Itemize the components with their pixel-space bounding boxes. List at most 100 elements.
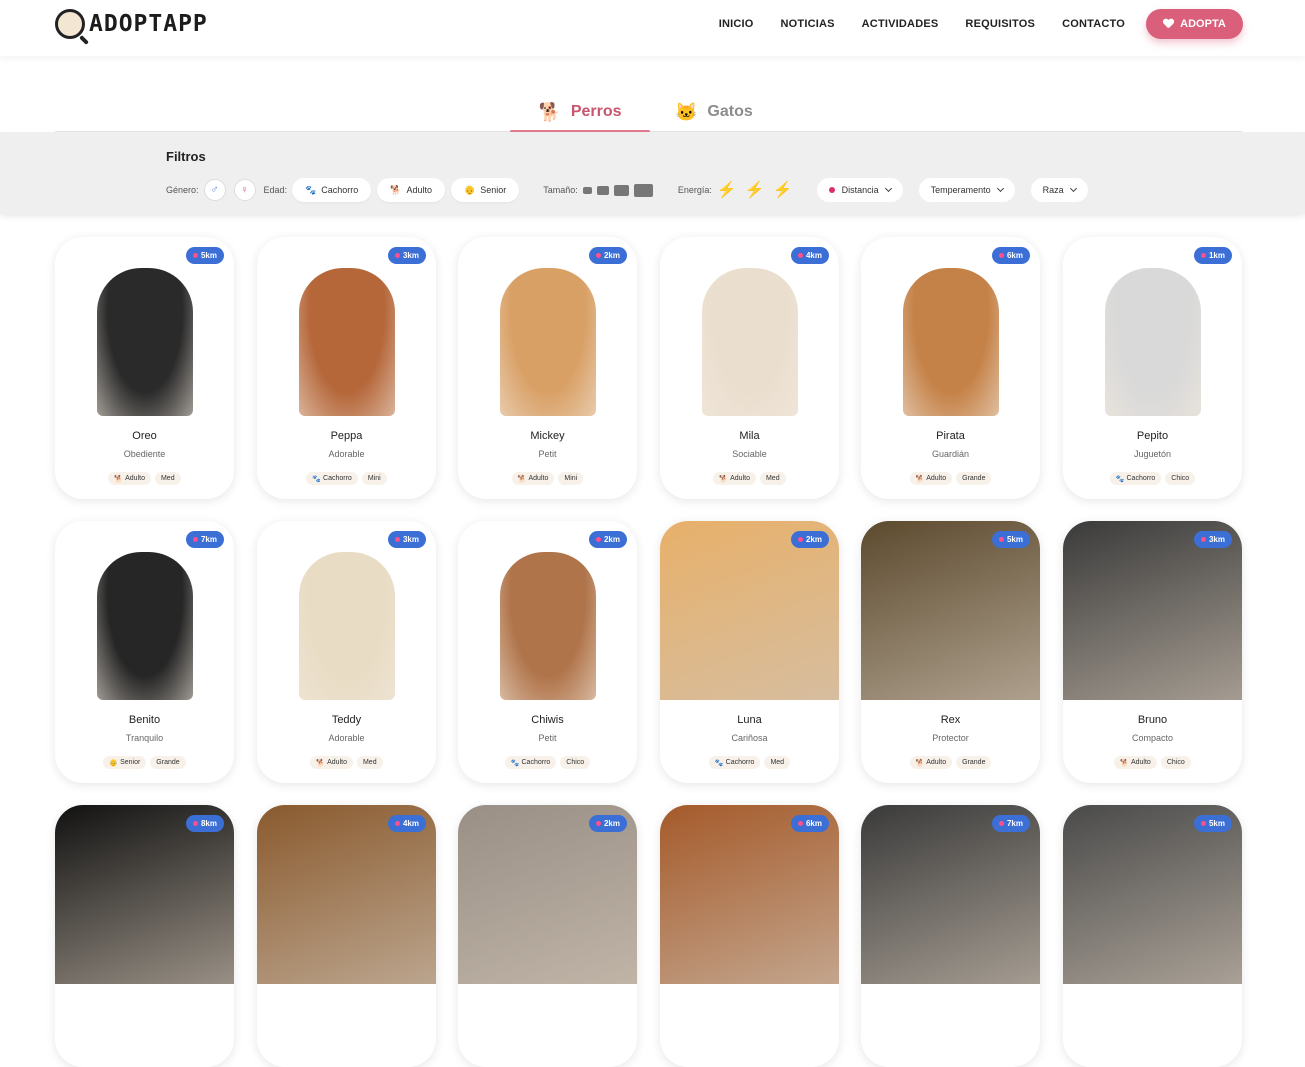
cat-icon: 🐱 — [675, 101, 698, 122]
pet-card[interactable]: 8km — [55, 805, 234, 1067]
pet-card[interactable]: 2km Luna Cariñosa 🐾 Cachorro Med — [660, 521, 839, 783]
dog-image — [902, 268, 999, 416]
main-nav: INICIO NOTICIAS ACTIVIDADES REQUISITOS C… — [719, 18, 1125, 30]
pin-icon — [394, 537, 400, 542]
adopta-button[interactable]: ADOPTA — [1146, 9, 1243, 39]
nav-requisitos[interactable]: REQUISITOS — [965, 18, 1035, 30]
pet-name: Rex — [940, 714, 961, 726]
pin-icon — [394, 821, 400, 826]
energia-label: Energía: — [677, 185, 712, 195]
age-label: Cachorro — [323, 475, 352, 482]
adulto-label: Adulto — [406, 185, 433, 195]
pet-tags: 🐕 Adulto Chico — [1063, 756, 1242, 769]
distance-label: 2km — [603, 251, 620, 260]
energy-high-icon[interactable]: ⚡ — [773, 180, 793, 200]
age-tag: 🐾 Cachorro — [708, 756, 761, 769]
pet-card[interactable]: 3km Teddy Adorable 🐕 Adulto Med — [257, 521, 436, 783]
age-tag: 🐕 Adulto — [310, 756, 353, 769]
size-s-icon[interactable] — [596, 185, 609, 195]
pin-icon — [1200, 821, 1206, 826]
size-tag: Chico — [1165, 472, 1196, 485]
energy-mid-icon[interactable]: ⚡ — [745, 180, 765, 200]
paw-icon: 🐕 — [915, 759, 925, 767]
nav-contacto[interactable]: CONTACTO — [1062, 18, 1125, 30]
pet-tags: 🐕 Adulto Grande — [861, 756, 1040, 769]
pet-card[interactable]: 1km Pepito Juguetón 🐾 Cachorro Chico — [1063, 237, 1242, 499]
adopta-label: ADOPTA — [1180, 18, 1226, 30]
pet-card[interactable]: 5km Oreo Obediente 🐕 Adulto Med — [55, 237, 234, 499]
pet-trait: Obediente — [123, 449, 166, 459]
tab-perros[interactable]: 🐕 Perros — [510, 92, 650, 133]
distance-label: 3km — [402, 251, 419, 260]
pet-card[interactable]: 4km Mila Sociable 🐕 Adulto Med — [660, 237, 839, 499]
size-tag: Med — [154, 472, 181, 485]
pet-card[interactable]: 7km Benito Tranquilo 👴 Senior Grande — [55, 521, 234, 783]
dog-image — [298, 552, 395, 700]
dog-image — [499, 552, 596, 700]
energy-low-icon[interactable]: ⚡ — [717, 180, 737, 200]
pin-icon — [595, 537, 601, 542]
pet-card[interactable]: 7km — [861, 805, 1040, 1067]
senior-label: Senior — [480, 185, 507, 195]
cachorro-label: Cachorro — [321, 185, 359, 195]
male-icon[interactable]: ♂ — [203, 179, 226, 201]
pet-trait: Petit — [538, 733, 557, 743]
nav-noticias[interactable]: NOTICIAS — [781, 18, 835, 30]
filter-adulto[interactable]: 🐕 Adulto — [377, 178, 446, 202]
pin-icon — [998, 537, 1004, 542]
pet-name: Benito — [128, 714, 161, 726]
female-icon[interactable]: ♀ — [233, 179, 256, 201]
raza-label: Raza — [1042, 185, 1064, 195]
dog-image — [96, 552, 193, 700]
pet-name: Peppa — [330, 430, 363, 442]
logo[interactable]: ADOPTAPP — [55, 8, 208, 40]
nav-actividades[interactable]: ACTIVIDADES — [862, 18, 939, 30]
nav-inicio[interactable]: INICIO — [719, 18, 754, 30]
distance-label: 5km — [200, 251, 217, 260]
pet-card[interactable]: 5km Rex Protector 🐕 Adulto Grande — [861, 521, 1040, 783]
size-tag: Med — [764, 756, 791, 769]
distancia-label: Distancia — [841, 185, 879, 195]
paw-icon: 🐾 — [305, 184, 317, 195]
pet-trait: Compacto — [1131, 733, 1174, 743]
tamano-label: Tamaño: — [543, 185, 578, 195]
pet-card[interactable]: 2km Chiwis Petit 🐾 Cachorro Chico — [458, 521, 637, 783]
pet-tags: 🐕 Adulto Med — [55, 472, 234, 485]
pin-icon — [192, 537, 198, 542]
pet-name: Chiwis — [531, 714, 564, 726]
tab-gatos[interactable]: 🐱 Gatos — [675, 92, 753, 132]
dog-icon: 🐕 — [538, 101, 561, 122]
pet-trait: Protector — [932, 733, 969, 743]
genero-label: Género: — [166, 185, 199, 195]
paw-icon: 🐾 — [510, 759, 520, 767]
filter-cachorro[interactable]: 🐾 Cachorro — [292, 178, 372, 202]
dog-image — [298, 268, 395, 416]
pet-card[interactable]: 4km — [257, 805, 436, 1067]
size-xs-icon[interactable] — [582, 186, 592, 194]
temperamento-dropdown[interactable]: Temperamento — [918, 178, 1015, 202]
pet-card[interactable]: 2km Mickey Petit 🐕 Adulto Mini — [458, 237, 637, 499]
size-tag: Mini — [361, 472, 387, 485]
pet-card[interactable]: 5km — [1063, 805, 1242, 1067]
pet-name: Mila — [739, 430, 760, 442]
size-tag: Med — [356, 756, 383, 769]
size-m-icon[interactable] — [613, 184, 629, 196]
pin-icon — [998, 253, 1004, 258]
pet-card[interactable]: 3km Bruno Compacto 🐕 Adulto Chico — [1063, 521, 1242, 783]
distancia-dropdown[interactable]: Distancia — [816, 178, 903, 202]
filter-senior[interactable]: 👴 Senior — [451, 178, 520, 202]
paw-icon: 🐕 — [915, 475, 925, 483]
pet-trait: Guardián — [931, 449, 970, 459]
pet-card[interactable]: 6km — [660, 805, 839, 1067]
pet-card[interactable]: 6km Pirata Guardián 🐕 Adulto Grande — [861, 237, 1040, 499]
pet-name: Teddy — [331, 714, 362, 726]
pet-card[interactable]: 2km — [458, 805, 637, 1067]
pin-icon — [595, 253, 601, 258]
pet-tags: 🐕 Adulto Grande — [861, 472, 1040, 485]
pet-card[interactable]: 3km Peppa Adorable 🐾 Cachorro Mini — [257, 237, 436, 499]
pet-trait: Sociable — [732, 449, 767, 459]
size-l-icon[interactable] — [633, 183, 653, 197]
raza-dropdown[interactable]: Raza — [1030, 178, 1088, 202]
distance-badge: 7km — [991, 815, 1030, 832]
dog-image — [1104, 268, 1201, 416]
